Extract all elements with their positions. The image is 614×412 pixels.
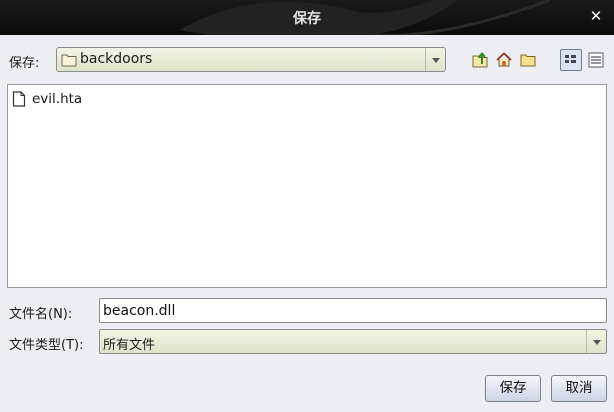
folder-icon — [61, 54, 77, 67]
list-view-icon[interactable] — [560, 49, 582, 71]
filetype-label: 文件类型(T): — [9, 338, 84, 353]
home-icon[interactable] — [494, 50, 514, 70]
save-in-dropdown[interactable]: backdoors — [56, 47, 446, 72]
cancel-button[interactable]: 取消 — [551, 375, 607, 402]
new-folder-icon[interactable] — [518, 50, 538, 70]
details-view-icon[interactable] — [586, 50, 606, 70]
filetype-value: 所有文件 — [103, 338, 156, 353]
chevron-down-icon — [425, 48, 445, 71]
filename-label: 文件名(N): — [9, 307, 73, 322]
file-icon — [12, 91, 26, 107]
save-button[interactable]: 保存 — [485, 375, 541, 402]
filetype-dropdown[interactable]: 所有文件 — [99, 329, 607, 354]
save-in-value: backdoors — [80, 51, 153, 67]
file-list[interactable]: evil.hta — [7, 84, 607, 288]
save-in-label: 保存: — [9, 56, 40, 71]
folder-up-icon[interactable] — [470, 50, 490, 70]
chevron-down-icon — [586, 330, 606, 353]
window-title: 保存 — [293, 11, 321, 27]
close-button[interactable]: ✕ — [586, 6, 606, 26]
file-name: evil.hta — [32, 91, 83, 107]
filename-input[interactable] — [99, 298, 607, 323]
title-bar: 保存 ✕ — [0, 0, 614, 35]
list-item[interactable]: evil.hta — [12, 90, 82, 108]
